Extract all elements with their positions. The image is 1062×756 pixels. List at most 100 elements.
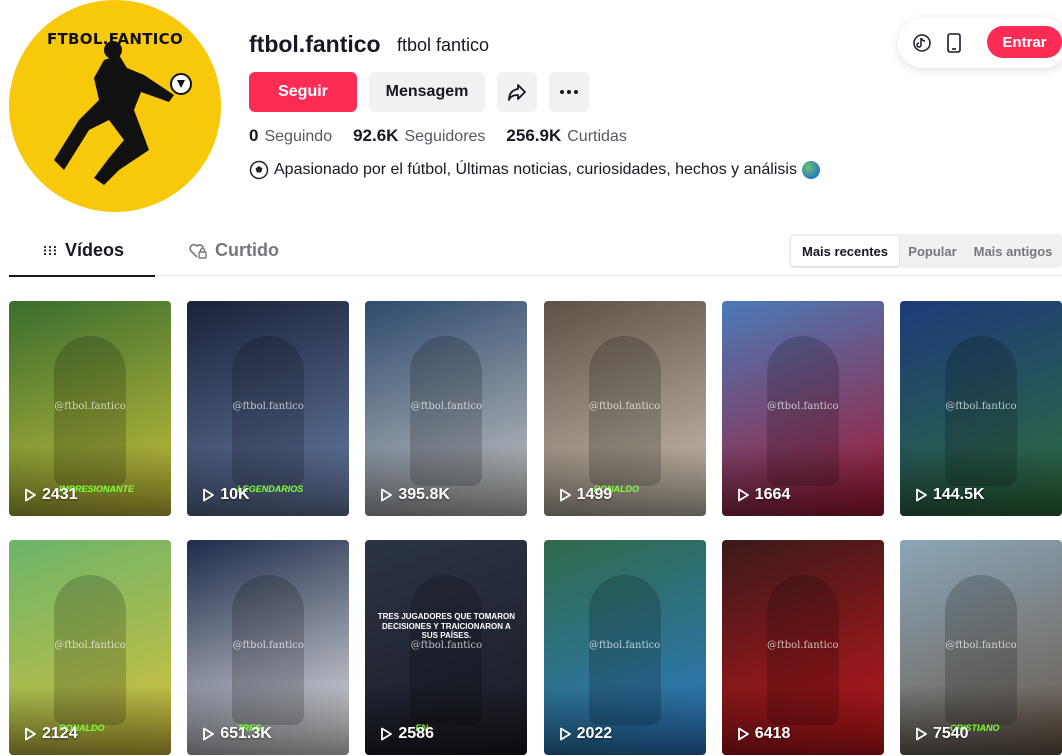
video-card[interactable]: @ftbol.fantico RONALDO 2124 [9, 540, 171, 755]
tab-label: Vídeos [65, 240, 125, 260]
profile-stats: 0 Seguindo 92.6K Seguidores 256.9K Curtidas [249, 126, 627, 146]
ellipsis-icon [560, 90, 578, 94]
follow-button[interactable]: Seguir [249, 72, 357, 112]
stat-value: 256.9K [506, 126, 562, 145]
view-count-value: 7540 [932, 725, 969, 742]
sort-oldest[interactable]: Mais antigos [966, 236, 1060, 266]
view-count: 395.8K [379, 486, 450, 504]
video-card[interactable]: @ftbol.fantico IMPRESIONANTE 2431 [9, 301, 171, 516]
watermark: @ftbol.fantico [588, 640, 661, 651]
view-count: 10K [201, 486, 250, 504]
stat-label: Seguindo [264, 128, 333, 145]
thumbnail-gradient [187, 685, 350, 755]
active-tab-indicator [9, 275, 155, 277]
username: ftbol.fantico [249, 31, 381, 57]
view-count: 651.3K [201, 725, 272, 743]
view-count: 2124 [23, 725, 78, 743]
video-grid: @ftbol.fantico IMPRESIONANTE 2431 @ftbol.fa… [9, 301, 1062, 755]
profile-bio: Apasionado por el fútbol, Últimas notici… [249, 160, 820, 180]
soccer-ball-icon [249, 160, 269, 180]
video-card[interactable]: @ftbol.fantico 395.8K [365, 301, 528, 516]
video-card[interactable]: TRES JUGADORES QUE TOMARON DECISIONES Y … [365, 540, 528, 755]
tab-liked[interactable]: Curtido [189, 240, 279, 261]
watermark: @ftbol.fantico [410, 640, 483, 651]
profile-avatar: FTBOL.FANTICO [9, 0, 221, 212]
watermark: @ftbol.fantico [410, 401, 483, 412]
play-icon [559, 488, 571, 502]
thumbnail-gradient [721, 685, 884, 755]
thumbnail-gradient [9, 446, 171, 516]
play-icon [916, 488, 927, 502]
view-count-value: 10K [220, 486, 250, 503]
stat-likes: 256.9K Curtidas [506, 126, 626, 146]
view-count-value: 1499 [576, 486, 613, 503]
grid-icon [44, 245, 56, 256]
view-count: 2431 [23, 486, 78, 504]
stat-following[interactable]: 0 Seguindo [249, 126, 332, 146]
view-count: 2022 [558, 725, 613, 743]
globe-icon [801, 161, 820, 179]
watermark: @ftbol.fantico [588, 401, 661, 412]
thumbnail-gradient [365, 685, 528, 755]
view-count: 1664 [736, 486, 791, 504]
message-button[interactable]: Mensagem [369, 72, 485, 112]
watermark: @ftbol.fantico [767, 640, 839, 651]
login-button[interactable]: Entrar [987, 26, 1062, 58]
view-count-value: 2022 [576, 725, 613, 742]
sort-segmented-control: Mais recentes Popular Mais antigos [789, 234, 1062, 268]
play-icon [381, 488, 393, 502]
tiktok-logo-icon [913, 34, 931, 52]
more-options-button[interactable] [549, 72, 589, 112]
play-icon [916, 727, 927, 741]
watermark: @ftbol.fantico [54, 640, 126, 651]
heart-lock-icon [189, 243, 207, 259]
tab-videos[interactable]: Vídeos [43, 240, 124, 261]
view-count: 2586 [379, 725, 434, 743]
view-count-value: 395.8K [398, 486, 450, 503]
stat-label: Curtidas [567, 128, 627, 145]
stat-value: 0 [249, 126, 259, 145]
video-card[interactable]: @ftbol.fantico 2022 [543, 540, 706, 755]
sort-popular[interactable]: Popular [899, 236, 966, 266]
play-icon [25, 488, 36, 502]
mobile-app-button[interactable] [942, 31, 966, 55]
bio-text: Apasionado por el fútbol, Últimas notici… [274, 161, 797, 178]
sort-newest[interactable]: Mais recentes [791, 236, 899, 266]
tab-label: Curtido [215, 240, 279, 260]
play-icon [559, 727, 571, 741]
view-count: 6418 [736, 725, 791, 743]
view-count-value: 144.5K [932, 486, 985, 503]
video-card[interactable]: @ftbol.fantico 1664 [721, 301, 884, 516]
watermark: @ftbol.fantico [945, 640, 1017, 651]
thumbnail-gradient [721, 446, 884, 516]
thumbnail-gradient [543, 446, 706, 516]
thumbnail-gradient [899, 446, 1062, 516]
view-count-value: 6418 [754, 725, 791, 742]
view-count-value: 1664 [754, 486, 791, 503]
avatar-logo-text: FTBOL.FANTICO [46, 30, 184, 48]
video-card[interactable]: @ftbol.fantico 6418 [721, 540, 884, 755]
thumbnail-gradient [9, 685, 171, 755]
video-card[interactable]: @ftbol.fantico RONALDO 1499 [543, 301, 706, 516]
watermark: @ftbol.fantico [54, 401, 126, 412]
view-count-value: 651.3K [220, 725, 272, 742]
video-card[interactable]: @ftbol.fantico LEGENDARIOS 10K [187, 301, 350, 516]
stat-followers[interactable]: 92.6K Seguidores [353, 126, 485, 146]
view-count: 1499 [558, 486, 613, 504]
video-card[interactable]: @ftbol.fantico CRISTIANO 7540 [899, 540, 1062, 755]
share-button[interactable] [497, 72, 537, 112]
play-icon [203, 727, 215, 741]
watermark: @ftbol.fantico [945, 401, 1017, 412]
view-count-value: 2124 [42, 725, 78, 742]
watermark: @ftbol.fantico [232, 640, 304, 651]
tiktok-app-button[interactable] [910, 31, 934, 55]
video-title-overlay: TRES JUGADORES QUE TOMARON DECISIONES Y … [377, 612, 515, 641]
play-icon [203, 488, 215, 502]
video-card[interactable]: @ftbol.fantico TRES 651.3K [187, 540, 350, 755]
play-icon [737, 727, 749, 741]
watermark: @ftbol.fantico [767, 401, 839, 412]
play-icon [25, 727, 36, 741]
thumbnail-gradient [187, 446, 350, 516]
thumbnail-gradient [543, 685, 706, 755]
video-card[interactable]: @ftbol.fantico 144.5K [899, 301, 1062, 516]
